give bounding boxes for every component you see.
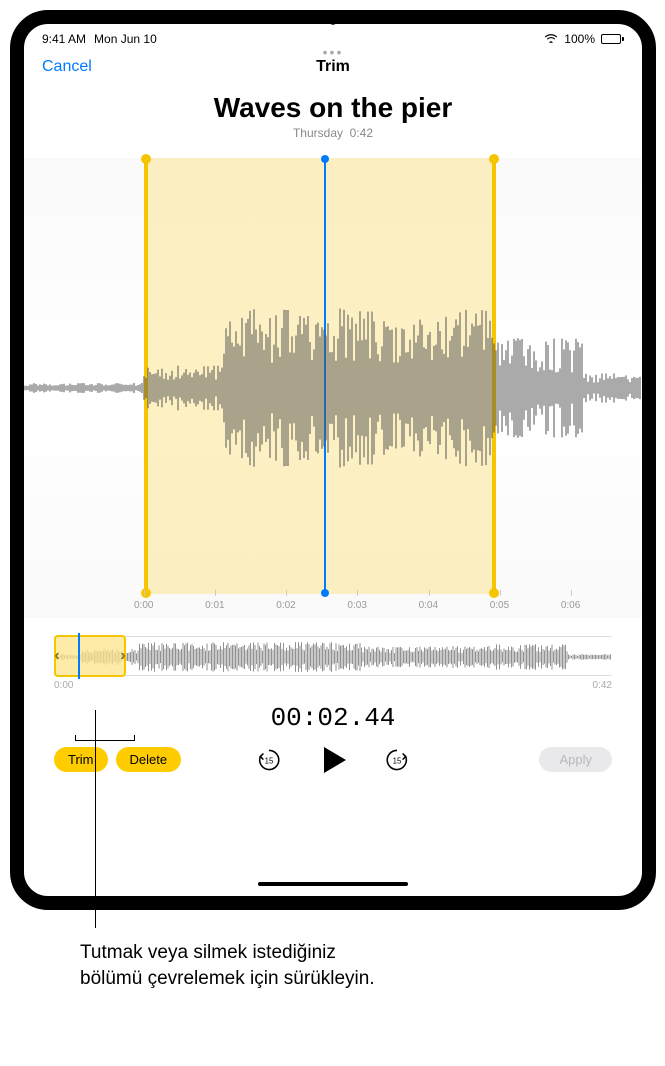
controls-row: Trim Delete 15 15 Apply <box>54 747 612 772</box>
callout-bracket <box>75 740 135 741</box>
waveform-editor[interactable]: 0:00 0:01 0:02 0:03 0:04 0:05 0:06 <box>24 158 642 618</box>
overview-playhead[interactable] <box>78 633 80 679</box>
current-time: 00:02.44 <box>24 703 642 733</box>
callout-line <box>95 710 96 928</box>
skip-forward-15-button[interactable]: 15 <box>384 747 410 773</box>
svg-text:15: 15 <box>393 756 402 765</box>
recording-meta: Thursday 0:42 <box>24 126 642 140</box>
waveform-graphic <box>24 298 642 478</box>
recording-header: Waves on the pier Thursday 0:42 <box>24 92 642 140</box>
svg-text:15: 15 <box>265 756 274 765</box>
battery-percent: 100% <box>564 32 595 46</box>
play-button[interactable] <box>316 743 350 777</box>
apply-button[interactable]: Apply <box>539 747 612 772</box>
home-indicator[interactable] <box>258 882 408 886</box>
status-date: Mon Jun 10 <box>94 32 157 46</box>
overview-handle-right[interactable]: › <box>118 637 128 675</box>
overview-track[interactable]: ‹ › <box>54 636 612 676</box>
delete-button[interactable]: Delete <box>116 747 182 772</box>
overview-handle-left[interactable]: ‹ <box>52 637 62 675</box>
camera-dot <box>330 19 336 25</box>
trim-button[interactable]: Trim <box>54 747 108 772</box>
overview-selection[interactable]: ‹ › <box>54 635 126 677</box>
wifi-icon <box>544 32 558 46</box>
callout-text: Tutmak veya silmek istediğiniz bölümü çe… <box>80 940 380 991</box>
overview-waveform <box>54 641 612 673</box>
skip-back-15-button[interactable]: 15 <box>256 747 282 773</box>
cancel-button[interactable]: Cancel <box>42 58 92 76</box>
battery-icon <box>601 34 624 44</box>
timeline-ticks: 0:00 0:01 0:02 0:03 0:04 0:05 0:06 <box>24 596 642 618</box>
ipad-device-frame: ••• 9:41 AM Mon Jun 10 100% Cancel Trim … <box>10 10 656 910</box>
recording-title: Waves on the pier <box>24 92 642 124</box>
status-time: 9:41 AM <box>42 32 86 46</box>
overview-times: 0:00 0:42 <box>54 680 612 691</box>
nav-title: Trim <box>316 58 350 76</box>
